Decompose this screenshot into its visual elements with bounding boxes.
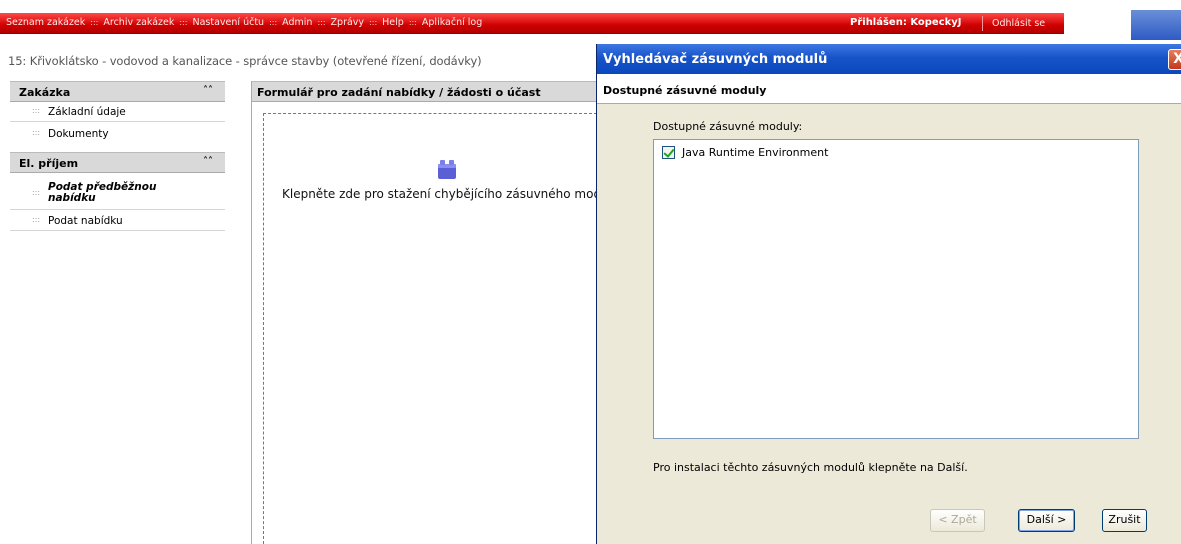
cancel-button[interactable]: Zrušit: [1102, 509, 1147, 532]
menu-nastaveni-uctu[interactable]: Nastavení účtu: [193, 17, 265, 28]
logout-link[interactable]: Odhlásit se: [992, 18, 1045, 29]
sidebar-item-label: Základní údaje: [48, 106, 126, 118]
menu-separator: :::: [90, 18, 99, 27]
sidebar-item-podat-predbeznou-nabidku[interactable]: ::: Podat předběžnou nabídku: [10, 174, 225, 210]
install-hint: Pro instalaci těchto zásuvných modulů kl…: [653, 461, 968, 474]
main-menu: Seznam zakázek::: Archiv zakázek::: Nastav…: [6, 17, 482, 28]
plugin-placeholder[interactable]: Klepněte zde pro stažení chybějícího zás…: [263, 113, 623, 544]
top-navigation-bar: Seznam zakázek::: Archiv zakázek::: Nastav…: [0, 13, 1064, 34]
sidebar-item-podat-nabidku[interactable]: ::: Podat nabídku: [10, 211, 225, 231]
menu-help[interactable]: Help: [382, 17, 404, 28]
module-list[interactable]: Java Runtime Environment: [653, 139, 1139, 439]
sidebar-section-el-prijem[interactable]: El. příjem ˄˄: [10, 152, 225, 173]
menu-aplikacni-log[interactable]: Aplikační log: [422, 17, 482, 28]
plugin-download-text[interactable]: Klepněte zde pro stažení chybějícího zás…: [282, 187, 623, 201]
menu-admin[interactable]: Admin: [282, 17, 312, 28]
bullet-icon: :::: [32, 128, 41, 137]
menu-separator: :::: [269, 18, 278, 27]
dialog-title: Vyhledávač zásuvných modulů: [603, 52, 828, 67]
menu-zpravy[interactable]: Zprávy: [331, 17, 365, 28]
page-title: 15: Křivoklátsko - vodovod a kanalizace …: [8, 54, 482, 68]
module-checkbox[interactable]: [662, 146, 675, 159]
bullet-icon: :::: [32, 215, 41, 224]
sidebar-section-title: El. příjem: [19, 157, 79, 170]
window-edge-decoration: [1131, 10, 1181, 40]
plugin-icon[interactable]: [436, 158, 458, 180]
menu-separator: :::: [317, 18, 326, 27]
sidebar-section-zakazka[interactable]: Zakázka ˄˄: [10, 81, 225, 102]
sidebar-item-label: Podat předběžnou nabídku: [48, 181, 157, 204]
sidebar-item-dokumenty[interactable]: ::: Dokumenty: [10, 123, 225, 149]
dialog-subtitle: Dostupné zásuvné moduly: [597, 74, 1181, 104]
dialog-title-bar[interactable]: Vyhledávač zásuvných modulů: [597, 44, 1181, 74]
menu-archiv-zakazek[interactable]: Archiv zakázek: [103, 17, 174, 28]
close-icon[interactable]: X: [1168, 49, 1181, 70]
list-item[interactable]: Java Runtime Environment: [662, 146, 828, 159]
module-list-label: Dostupné zásuvné moduly:: [653, 120, 803, 133]
sidebar-item-label: Dokumenty: [48, 128, 109, 140]
next-button[interactable]: Další >: [1018, 509, 1075, 532]
menu-separator: :::: [179, 18, 188, 27]
form-panel: Formulář pro zadání nabídky / žádosti o …: [251, 81, 623, 544]
sidebar-item-label: Podat nabídku: [48, 215, 123, 227]
plugin-finder-dialog: Vyhledávač zásuvných modulů X Dostupné z…: [596, 44, 1181, 544]
nav-divider: [982, 16, 983, 31]
sidebar-section-title: Zakázka: [19, 86, 71, 99]
collapse-chevron-icon[interactable]: ˄˄: [203, 85, 213, 96]
menu-separator: :::: [369, 18, 378, 27]
logged-in-user: Přihlášen: KopeckyJ: [850, 17, 962, 28]
menu-seznam-zakazek[interactable]: Seznam zakázek: [6, 17, 85, 28]
menu-separator: :::: [408, 18, 417, 27]
sidebar-item-zakladni-udaje[interactable]: ::: Základní údaje: [10, 103, 225, 122]
bullet-icon: :::: [32, 106, 41, 115]
collapse-chevron-icon[interactable]: ˄˄: [203, 156, 213, 167]
dialog-body: Dostupné zásuvné moduly: Java Runtime En…: [597, 104, 1181, 544]
module-name: Java Runtime Environment: [682, 146, 829, 159]
back-button[interactable]: < Zpět: [930, 509, 985, 532]
bullet-icon: :::: [32, 188, 41, 197]
form-panel-title: Formulář pro zadání nabídky / žádosti o …: [252, 81, 602, 102]
